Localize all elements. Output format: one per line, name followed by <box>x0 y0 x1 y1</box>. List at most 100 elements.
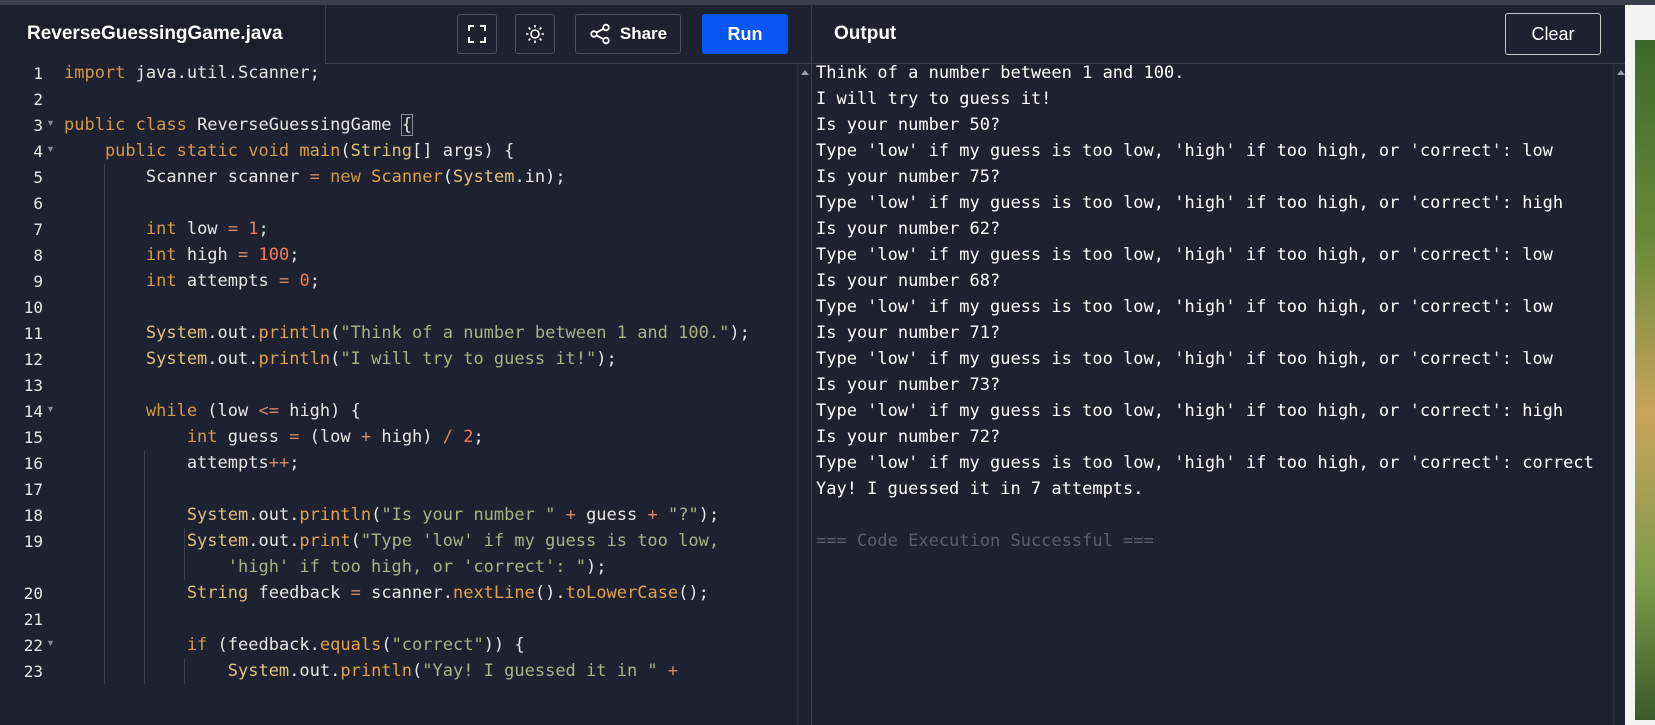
line-number: 18 <box>23 506 43 525</box>
line-number: 15 <box>23 428 43 447</box>
share-button-label: Share <box>619 24 668 43</box>
line-number: 13 <box>23 376 43 395</box>
code-token: println <box>340 661 413 681</box>
code-token: ReverseGuessingGame <box>186 115 402 135</box>
run-button-label: Run <box>727 23 763 44</box>
code-token: System <box>64 323 208 343</box>
code-line[interactable]: 7 int low = 1; <box>0 216 797 243</box>
code-line[interactable]: 17 <box>0 476 797 503</box>
code-token: 100 <box>258 245 290 265</box>
code-token: ; <box>258 219 269 239</box>
file-tab[interactable]: ReverseGuessingGame.java <box>0 5 326 64</box>
code-line[interactable]: 9 int attempts = 0; <box>0 268 797 295</box>
code-line[interactable]: 14 ▼ while (low <= high) { <box>0 398 797 425</box>
code-token: Scanner scanner <box>64 167 310 187</box>
code-token: high) { <box>278 401 361 421</box>
code-token: "Yay! I guessed it in " <box>422 661 658 681</box>
fold-arrow-icon[interactable]: ▼ <box>46 404 55 414</box>
line-number: 10 <box>23 298 43 317</box>
indent-guide <box>104 164 105 684</box>
line-number: 20 <box>23 584 43 603</box>
code-text: while (low <= high) { <box>64 398 361 425</box>
code-line[interactable]: 'high' if too high, or 'correct': "); <box>0 554 797 581</box>
line-number: 22 <box>23 636 43 655</box>
output-scrollbar[interactable] <box>1613 64 1625 725</box>
code-token: high <box>176 245 239 265</box>
fold-arrow-icon[interactable]: ▼ <box>46 144 55 154</box>
indent-guide <box>144 450 145 684</box>
code-token: 0 <box>299 271 310 291</box>
line-number: 23 <box>23 662 43 681</box>
code-line[interactable]: 6 <box>0 190 797 217</box>
code-text: System.out.println("Yay! I guessed it in… <box>64 658 678 685</box>
code-token: scanner. <box>360 583 453 603</box>
indent-guide <box>184 658 185 684</box>
code-line[interactable]: 8 int high = 100; <box>0 242 797 269</box>
line-number: 8 <box>33 246 43 265</box>
code-token: = <box>238 245 249 265</box>
output-line: Type 'low' if my guess is too low, 'high… <box>816 349 1553 369</box>
code-editor[interactable]: 1 import java.util.Scanner; 2 3 ▼ public clas… <box>0 64 797 725</box>
code-line[interactable]: 2 <box>0 86 797 113</box>
share-button[interactable]: Share <box>575 14 681 54</box>
code-token: Scanner <box>371 167 443 187</box>
code-line[interactable]: 10 <box>0 294 797 321</box>
fold-arrow-icon[interactable]: ▼ <box>46 638 55 648</box>
code-line[interactable]: 13 <box>0 372 797 399</box>
code-text: System.out.println("Think of a number be… <box>64 320 750 347</box>
clear-button[interactable]: Clear <box>1505 13 1601 55</box>
code-token: ; <box>289 245 300 265</box>
code-token: ( <box>442 167 454 187</box>
code-text: int attempts = 0; <box>64 268 320 295</box>
code-line[interactable]: 11 System.out.println("Think of a number… <box>0 320 797 347</box>
code-line[interactable]: 20 String feedback = scanner.nextLine().… <box>0 580 797 607</box>
code-token: "correct" <box>391 635 484 655</box>
code-line[interactable]: 18 System.out.println("Is your number " … <box>0 502 797 529</box>
output-title: Output <box>834 23 897 44</box>
editor-scrollbar[interactable] <box>797 64 811 725</box>
code-line[interactable]: 19 System.out.print("Type 'low' if my gu… <box>0 528 797 555</box>
code-line[interactable]: 15 int guess = (low + high) / 2; <box>0 424 797 451</box>
code-token: if <box>64 635 208 655</box>
run-button[interactable]: Run <box>702 14 788 54</box>
code-token: + <box>667 661 679 681</box>
code-token: .in); <box>514 167 566 187</box>
execution-status: === Code Execution Successful === <box>816 531 1154 551</box>
code-token: ; <box>473 427 484 447</box>
share-icon <box>590 23 610 45</box>
code-line[interactable]: 3 ▼ public class ReverseGuessingGame { <box>0 112 797 139</box>
output-line: Type 'low' if my guess is too low, 'high… <box>816 193 1564 213</box>
code-line[interactable]: 12 System.out.println("I will try to gue… <box>0 346 797 373</box>
code-token: (). <box>534 583 566 603</box>
code-line[interactable]: 21 <box>0 606 797 633</box>
scroll-up-arrow-icon[interactable] <box>1617 70 1625 75</box>
line-number: 19 <box>23 532 43 551</box>
line-number: 3 <box>33 116 43 135</box>
code-line[interactable]: 16 attempts++; <box>0 450 797 477</box>
code-token: .out. <box>207 323 259 343</box>
fullscreen-button[interactable] <box>457 14 497 54</box>
code-token: println <box>258 349 331 369</box>
line-number: 4 <box>33 142 43 161</box>
fold-arrow-icon[interactable]: ▼ <box>46 118 55 128</box>
code-line[interactable]: 4 ▼ public static void main(String[] args… <box>0 138 797 165</box>
code-token: print <box>299 531 351 551</box>
output-line: Is your number 68? <box>816 271 1001 291</box>
code-token: int <box>64 271 177 291</box>
scroll-up-arrow-icon[interactable] <box>801 70 809 75</box>
code-token: ); <box>729 323 750 343</box>
code-line[interactable]: 1 import java.util.Scanner; <box>0 64 797 87</box>
code-line[interactable]: 23 System.out.println("Yay! I guessed it… <box>0 658 797 685</box>
code-line[interactable]: 5 Scanner scanner = new Scanner(System.i… <box>0 164 797 191</box>
code-token: int <box>64 219 177 239</box>
line-number: 1 <box>33 64 43 83</box>
code-line[interactable]: 22 ▼ if (feedback.equals("correct")) { <box>0 632 797 659</box>
theme-toggle-button[interactable] <box>515 14 555 54</box>
code-text: int high = 100; <box>64 242 300 269</box>
editor-header: ReverseGuessingGame.java Share Run <box>0 5 811 64</box>
